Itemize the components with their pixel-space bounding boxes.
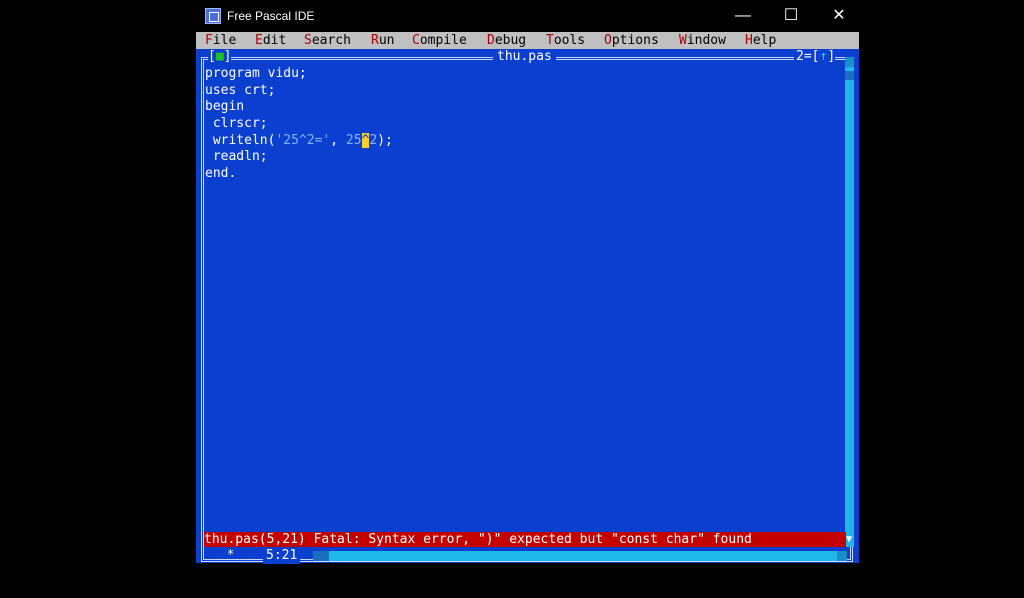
menu-compile[interactable]: Compile bbox=[412, 32, 467, 49]
menu-hotkey: D bbox=[487, 33, 495, 48]
close-button[interactable]: ✕ bbox=[815, 0, 863, 31]
window-title: Free Pascal IDE bbox=[227, 9, 315, 23]
vertical-scroll-thumb[interactable] bbox=[845, 71, 854, 80]
code-token: ); bbox=[377, 132, 393, 148]
menu-hotkey: C bbox=[412, 33, 420, 48]
code-token: writeln( bbox=[205, 132, 276, 148]
code-line: begin bbox=[205, 99, 245, 115]
close-square-icon: ■ bbox=[215, 49, 224, 64]
menu-tools[interactable]: Tools bbox=[546, 32, 585, 49]
number-literal: 25 bbox=[345, 132, 362, 148]
vertical-scrollbar[interactable] bbox=[845, 57, 854, 547]
code-line: end. bbox=[205, 166, 237, 182]
code-line: readln; bbox=[205, 149, 268, 165]
code-line: uses crt; bbox=[205, 82, 276, 98]
editor-window: [■] thu.pas 2=[↑] program vidu; uses crt… bbox=[196, 49, 859, 564]
status-line: * 5:21 bbox=[201, 548, 853, 564]
menu-hotkey: F bbox=[205, 33, 213, 48]
menu-label: ompile bbox=[419, 33, 467, 48]
menu-label: un bbox=[378, 33, 395, 48]
menu-label: indow bbox=[686, 33, 726, 48]
horizontal-scroll-thumb[interactable] bbox=[313, 551, 329, 561]
code-area[interactable]: program vidu; uses crt; begin clrscr; wr… bbox=[205, 66, 393, 183]
ide-window: Free Pascal IDE — ☐ ✕ File Edit Search R… bbox=[196, 0, 859, 598]
menu-bar: File Edit Search Run Compile Debug Tools… bbox=[196, 32, 859, 49]
menu-options[interactable]: Options bbox=[604, 32, 659, 49]
code-line: writeln('25^2=', 25^2); bbox=[205, 132, 393, 150]
cursor-position: 5:21 bbox=[263, 548, 301, 564]
scroll-right-arrow-icon[interactable] bbox=[837, 551, 847, 561]
scroll-down-arrow-icon[interactable]: ▼ bbox=[846, 532, 854, 547]
title-bar: Free Pascal IDE — ☐ ✕ bbox=[196, 0, 859, 31]
menu-file[interactable]: File bbox=[205, 32, 236, 49]
menu-label: ools bbox=[553, 33, 586, 48]
menu-search[interactable]: Search bbox=[304, 32, 351, 49]
code-line: clrscr; bbox=[205, 116, 268, 132]
scroll-up-arrow-icon[interactable] bbox=[845, 57, 854, 67]
code-token: , bbox=[330, 132, 346, 148]
menu-hotkey: R bbox=[371, 33, 379, 48]
window-number-label: 2=[ bbox=[796, 49, 820, 64]
menu-hotkey: S bbox=[304, 33, 312, 48]
menu-hotkey: O bbox=[604, 33, 612, 48]
menu-label: ptions bbox=[611, 33, 659, 48]
menu-help[interactable]: Help bbox=[745, 32, 776, 49]
error-message: thu.pas(5,21) Fatal: Syntax error, ")" e… bbox=[204, 532, 846, 547]
menu-label: ile bbox=[212, 33, 237, 48]
close-box-left: [ bbox=[208, 49, 216, 64]
editor-close-box[interactable]: [■] bbox=[208, 49, 232, 64]
menu-edit[interactable]: Edit bbox=[255, 32, 286, 49]
menu-debug[interactable]: Debug bbox=[487, 32, 526, 49]
modified-indicator: * bbox=[227, 547, 235, 561]
menu-window[interactable]: Window bbox=[679, 32, 726, 49]
window-number: 2=[↑] bbox=[794, 49, 836, 64]
menu-hotkey: T bbox=[546, 33, 554, 48]
maximize-button[interactable]: ☐ bbox=[767, 0, 815, 31]
minimize-button[interactable]: — bbox=[719, 0, 767, 31]
menu-label: earch bbox=[311, 33, 351, 48]
menu-label: dit bbox=[262, 33, 287, 48]
horizontal-scrollbar[interactable] bbox=[313, 551, 847, 561]
code-line: program vidu; bbox=[205, 66, 307, 81]
menu-label: ebug bbox=[494, 33, 527, 48]
window-number-right: ] bbox=[827, 49, 836, 64]
string-literal: '25^2=' bbox=[275, 132, 331, 148]
close-box-right: ] bbox=[223, 49, 232, 64]
menu-hotkey: E bbox=[255, 33, 263, 48]
editor-filename: thu.pas bbox=[493, 50, 556, 64]
menu-run[interactable]: Run bbox=[371, 32, 394, 49]
menu-hotkey: W bbox=[679, 33, 687, 48]
app-icon bbox=[205, 8, 221, 24]
menu-hotkey: H bbox=[745, 33, 753, 48]
menu-label: elp bbox=[752, 33, 777, 48]
